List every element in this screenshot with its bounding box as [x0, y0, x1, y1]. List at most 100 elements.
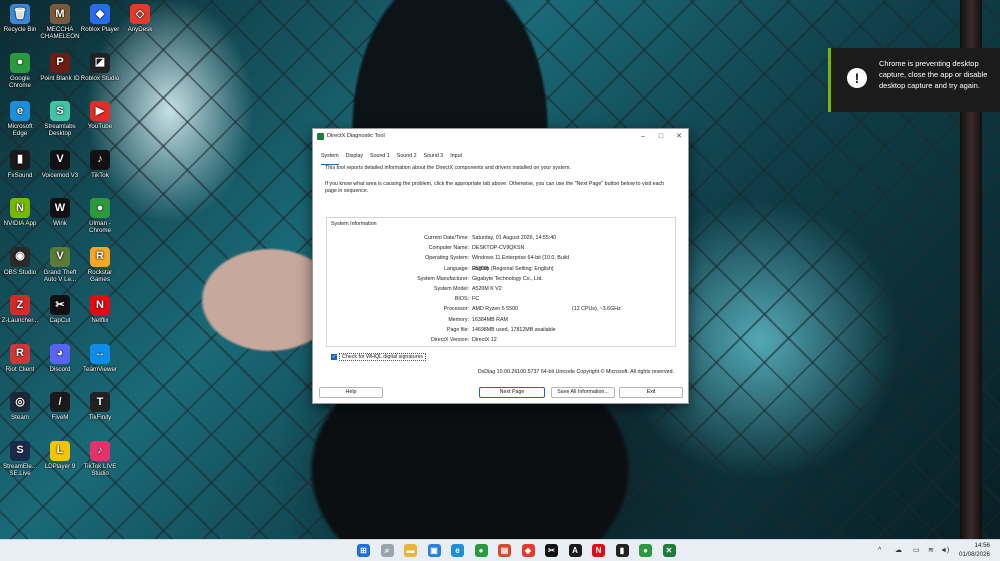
monitor-icon[interactable]: ▭: [913, 540, 920, 561]
fxsound-icon: ▮: [10, 149, 30, 170]
system-info-key: Current Date/Time:: [424, 235, 469, 241]
close-icon[interactable]: ✕: [670, 132, 688, 140]
start-icon[interactable]: ⊞: [357, 544, 370, 557]
system-info-row: BIOS: FC: [327, 294, 675, 304]
desktop-icon-label: NVIDIA App: [3, 220, 37, 227]
teamviewer-icon: ↔: [90, 343, 110, 364]
desktop-icon[interactable]: L LDPlayer 9: [40, 440, 80, 470]
volume-icon[interactable]: ◄): [940, 540, 949, 561]
wifi-icon[interactable]: ≋: [928, 540, 934, 561]
capture-warning-toast[interactable]: ! Chrome is preventing desktop capture, …: [828, 48, 1000, 112]
desktop-icon[interactable]: ◎ Steam: [0, 392, 40, 421]
edge-icon[interactable]: e: [451, 544, 464, 557]
tab-display[interactable]: Display: [346, 153, 363, 165]
desktop-icon[interactable]: ● Ulman - Chrome: [80, 198, 120, 234]
streamlabs-icon: S: [50, 101, 70, 121]
desktop-icon-label: Recycle Bin: [3, 26, 37, 33]
whql-checkbox[interactable]: ✓ Check for WHQL digital signatures: [331, 353, 427, 361]
nvidia-icon: N: [10, 198, 30, 218]
desktop-icon-label: OBS Studio: [3, 268, 37, 276]
desktop-icon[interactable]: ♪ TikTok LIVE Studio: [80, 440, 120, 477]
capcut-icon[interactable]: ✂: [545, 544, 558, 557]
cloud-icon[interactable]: ☁: [895, 540, 902, 561]
system-info-value-extra: (12 CPUs), ~3.6GHz: [572, 306, 621, 313]
search-icon[interactable]: ⌕: [380, 544, 394, 557]
dxdiag-icon[interactable]: ✕: [662, 544, 676, 557]
desktop-icon[interactable]: ✂ CapCut: [40, 295, 80, 324]
desktop-icon[interactable]: N Netflix: [80, 295, 120, 324]
desktop-icon[interactable]: V Voicemod V3: [40, 149, 80, 179]
desktop-icon-label: FiveM: [51, 414, 69, 421]
desktop-icon[interactable]: W Wink: [40, 198, 80, 227]
dxdiag-icon: [317, 132, 324, 140]
fxsound-icon[interactable]: ▮: [615, 544, 629, 557]
anydesk-icon: ◇: [130, 4, 150, 24]
system-clock[interactable]: 14:56 01/08/2026: [959, 542, 990, 559]
desktop-icon[interactable]: ● Google Chrome: [0, 52, 40, 89]
desktop-icon[interactable]: ◪ Roblox Studio: [80, 52, 120, 82]
checkbox-checked-icon[interactable]: ✓: [331, 354, 337, 360]
tab-sound-2[interactable]: Sound 2: [397, 153, 417, 165]
desktop-icon[interactable]: S StreamEle... SE.Live: [0, 440, 40, 477]
dxdiag-titlebar[interactable]: DirectX Diagnostic Tool – □ ✕: [313, 129, 688, 143]
desktop-icon[interactable]: e Microsoft Edge: [0, 101, 40, 137]
fivem-icon[interactable]: A: [568, 544, 582, 557]
desktop-icon[interactable]: R Riot Client: [0, 343, 40, 373]
next-page-button[interactable]: Next Page: [479, 387, 545, 398]
tab-system[interactable]: System: [321, 153, 339, 165]
chevron-up-icon[interactable]: ^: [878, 540, 881, 561]
desktop-icon[interactable]: ◕ Discord: [40, 343, 80, 373]
desktop-icon[interactable]: R Rockstar Games: [80, 246, 120, 283]
toast-message: Chrome is preventing desktop capture, cl…: [879, 59, 988, 90]
desktop-icon[interactable]: ♪ TikTok: [80, 149, 120, 179]
desktop-icon-label: Wink: [53, 220, 67, 227]
desktop-icon[interactable]: ▶ YouTube: [80, 101, 120, 130]
desktop-icon[interactable]: ↔ TeamViewer: [80, 343, 120, 373]
roblox-studio-icon: ◪: [90, 52, 110, 73]
tab-input[interactable]: Input: [450, 153, 462, 165]
desktop-icon[interactable]: ◉ OBS Studio: [0, 246, 40, 276]
desktop-icon[interactable]: N NVIDIA App: [0, 198, 40, 227]
save-all-information-button[interactable]: Save All Information...: [551, 387, 615, 398]
desktop-icon-label: MECCHA CHAMELEON: [40, 26, 80, 40]
file-explorer-icon[interactable]: ▬: [404, 544, 417, 557]
system-info-key: DirectX Version:: [431, 336, 469, 343]
tab-sound-1[interactable]: Sound 1: [370, 153, 390, 165]
system-info-key: Page file:: [446, 326, 469, 333]
system-info-value: DESKTOP-CV9QKSN: [472, 245, 525, 252]
desktop-icon[interactable]: ◇ AnyDesk: [120, 4, 160, 33]
exit-button[interactable]: Exit: [619, 387, 683, 398]
desktop-icon[interactable]: P Point Blank ID: [40, 52, 80, 82]
desktop-icon-label: Point Blank ID: [40, 74, 80, 82]
desktop-icon[interactable]: V Grand Theft Auto V Le...: [40, 246, 80, 283]
youtube-icon: ▶: [90, 101, 110, 121]
z-launcher-icon: Z: [10, 295, 30, 315]
desktop-icon-label: TikFinity: [88, 414, 112, 421]
taskbar: ⊞ ⌕ ▬ ▣ e ● ▤ ◆ ✂ A N ▮ ● ✕ ^ ☁ ▭ ≋ ◄) 14:56 01/08/20…: [0, 539, 1000, 561]
desktop-icon[interactable]: Z Z-Launcher...: [0, 295, 40, 324]
roblox-icon[interactable]: ◆: [521, 544, 535, 557]
desktop-icon-label: TikTok: [91, 171, 109, 179]
system-info-row: DirectX Version: DirectX 12: [327, 335, 675, 345]
desktop-icon[interactable]: S Streamlabs Desktop: [40, 101, 80, 137]
tab-sound-3[interactable]: Sound 3: [424, 153, 444, 165]
netflix-icon[interactable]: N: [592, 544, 605, 557]
alert-icon: !: [847, 68, 867, 88]
desktop-icon[interactable]: / FiveM: [40, 392, 80, 421]
desktop-icon[interactable]: M MECCHA CHAMELEON: [40, 4, 80, 40]
chrome-profile-icon[interactable]: ●: [639, 544, 652, 557]
store-icon[interactable]: ▣: [427, 544, 441, 557]
help-button[interactable]: Help: [319, 387, 383, 398]
desktop-icon-label: Roblox Studio: [80, 74, 120, 82]
desktop-icon[interactable]: ◆ Roblox Player: [80, 4, 120, 33]
desktop-icon[interactable]: ▮ FxSound: [0, 149, 40, 179]
desktop-icon[interactable]: T TikFinity: [80, 392, 120, 421]
maximize-icon[interactable]: □: [652, 133, 670, 140]
chrome-icon[interactable]: ●: [474, 544, 488, 557]
fivem-icon: /: [50, 392, 70, 412]
notepad-icon[interactable]: ▤: [498, 544, 511, 557]
desktop-icon[interactable]: 🗑 Recycle Bin: [0, 4, 40, 33]
system-info-row: Current Date/Time: Saturday, 01 August 20…: [327, 233, 675, 243]
desktop-icon-label: TikTok LIVE Studio: [83, 462, 117, 477]
minimize-icon[interactable]: –: [634, 133, 652, 140]
